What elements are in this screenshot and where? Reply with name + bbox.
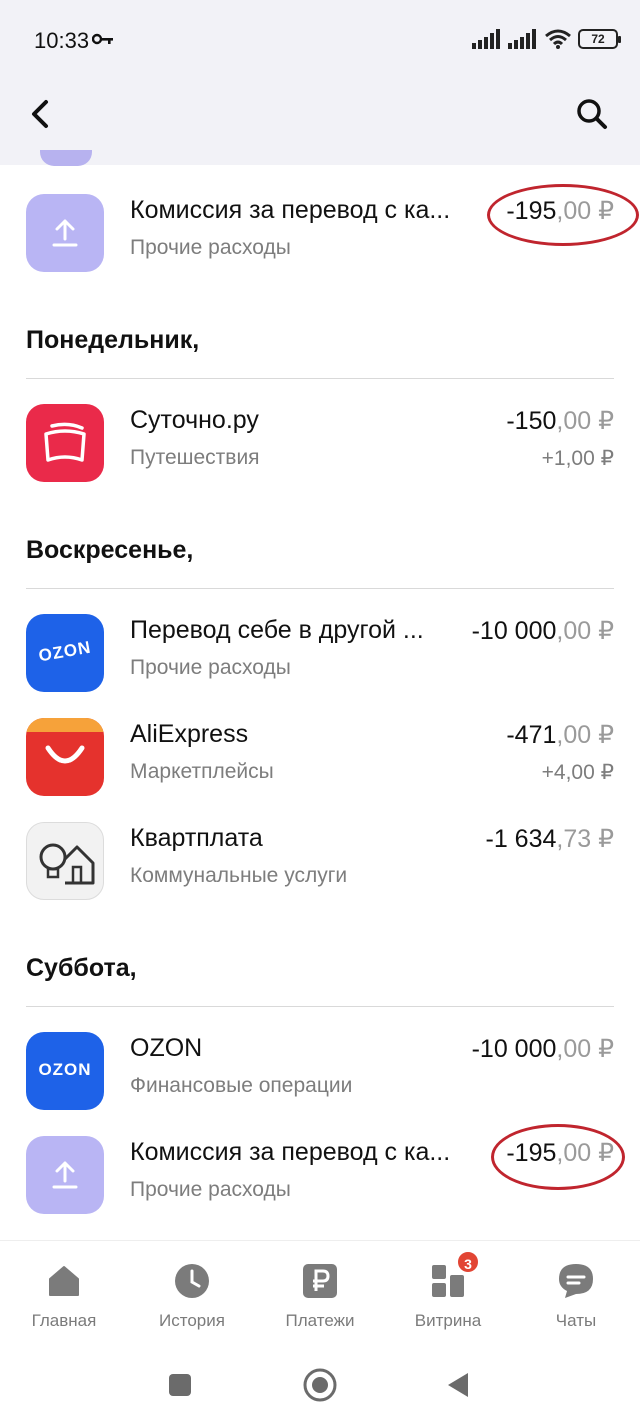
amount-decimal: ,00 ₽: [556, 617, 614, 645]
amount-integer: -150: [506, 407, 557, 435]
wifi-icon: [545, 29, 571, 49]
pillow-icon: [26, 404, 104, 482]
tab-chats[interactable]: Чаты: [512, 1241, 640, 1346]
app-bar: [0, 82, 640, 165]
amount-integer: -471: [506, 721, 557, 749]
status-time: 10:33: [34, 28, 90, 53]
amount-integer: -1 634: [485, 825, 557, 853]
transaction-amount: -471,00 ₽: [506, 720, 614, 750]
chat-icon: [559, 1264, 593, 1298]
battery-icon: 72: [578, 29, 621, 49]
tab-label: Чаты: [555, 1311, 597, 1330]
back-arrow-icon[interactable]: [20, 94, 60, 134]
transaction-title: Комиссия за перевод с ка...: [130, 1138, 451, 1166]
amount-integer: -195: [506, 1139, 557, 1167]
back-nav-icon[interactable]: [440, 1367, 476, 1403]
search-icon[interactable]: [572, 94, 612, 134]
transaction-title: Квартплата: [130, 824, 263, 852]
amount-decimal: ,73 ₽: [556, 825, 614, 853]
amount-decimal: ,00 ₽: [556, 1035, 614, 1063]
day-header: Суббота,: [26, 954, 137, 982]
partial-transaction-icon: [40, 150, 92, 166]
tab-label: Главная: [31, 1311, 97, 1330]
home-nav-icon[interactable]: [302, 1367, 338, 1403]
ruble-icon: [303, 1264, 337, 1298]
transaction-title: Перевод себе в другой ...: [130, 616, 424, 644]
amount-integer: -10 000: [471, 617, 557, 645]
transaction-title: Суточно.ру: [130, 406, 259, 434]
divider: [26, 588, 614, 589]
tab-history[interactable]: История: [128, 1241, 256, 1346]
transaction-category: Прочие расходы: [130, 656, 291, 679]
tab-label: Витрина: [414, 1311, 482, 1330]
transaction-category: Путешествия: [130, 446, 260, 469]
house-bulb-icon: [26, 822, 104, 900]
status-bar: 10:33 72: [0, 0, 640, 82]
transaction-amount: -1 634,73 ₽: [486, 824, 615, 854]
cashback-amount: +1,00 ₽: [541, 447, 614, 470]
notification-badge: 3: [456, 1250, 480, 1274]
ozon-logo-text: OZON: [38, 1060, 92, 1079]
divider: [26, 1006, 614, 1007]
aliexpress-icon: [26, 718, 104, 796]
signal-icon: [472, 29, 500, 49]
recent-apps-icon[interactable]: [162, 1367, 198, 1403]
amount-decimal: ,00 ₽: [556, 1139, 614, 1167]
transaction-title: AliExpress: [130, 720, 249, 748]
amount-integer: -10 000: [471, 1035, 557, 1063]
signal-icon-2: [508, 29, 536, 49]
home-icon: [49, 1266, 79, 1296]
transaction-category: Прочие расходы: [130, 236, 291, 259]
transaction-amount: -195,00 ₽: [506, 196, 614, 226]
upload-icon: [26, 1136, 104, 1214]
key-icon: [92, 33, 113, 45]
amount-decimal: ,00 ₽: [556, 197, 614, 225]
day-header: Воскресенье,: [26, 536, 194, 564]
tab-label: История: [159, 1311, 225, 1330]
ozon-logo-icon: OZON: [26, 614, 104, 692]
transaction-row[interactable]: OZON OZON Финансовые операции -10 000,00…: [0, 1026, 640, 1116]
transaction-amount: -150,00 ₽: [506, 406, 614, 436]
transaction-amount: -195,00 ₽: [506, 1138, 614, 1168]
transaction-category: Маркетплейсы: [130, 760, 274, 783]
tab-payments[interactable]: Платежи: [256, 1241, 384, 1346]
transaction-category: Коммунальные услуги: [130, 864, 348, 887]
transaction-amount: -10 000,00 ₽: [472, 1034, 614, 1064]
cashback-amount: +4,00 ₽: [541, 761, 614, 784]
tab-showcase[interactable]: 3 Витрина: [384, 1241, 512, 1346]
transaction-category: Финансовые операции: [130, 1074, 353, 1097]
tab-label: Платежи: [285, 1311, 355, 1330]
ozon-logo-text: OZON: [37, 637, 93, 666]
day-header: Понедельник,: [26, 326, 200, 354]
transaction-row[interactable]: Комиссия за перевод с ка... Прочие расхо…: [0, 1130, 640, 1220]
transaction-row[interactable]: Суточно.ру Путешествия -150,00 ₽ +1,00 ₽: [0, 398, 640, 488]
amount-decimal: ,00 ₽: [556, 721, 614, 749]
bottom-tab-bar: Главная История Платежи 3 Витрина Чаты: [0, 1240, 640, 1345]
system-nav-bar: [0, 1345, 640, 1423]
amount-integer: -195: [506, 197, 557, 225]
divider: [26, 378, 614, 379]
transaction-category: Прочие расходы: [130, 1178, 291, 1201]
upload-icon: [26, 194, 104, 272]
status-indicators: 72: [472, 26, 621, 52]
transaction-title: OZON: [130, 1034, 203, 1062]
transaction-row[interactable]: AliExpress Маркетплейсы -471,00 ₽ +4,00 …: [0, 712, 640, 802]
transaction-title: Комиссия за перевод с ка...: [130, 196, 451, 224]
clock-icon: [175, 1264, 209, 1298]
tab-home[interactable]: Главная: [0, 1241, 128, 1346]
transaction-row[interactable]: Комиссия за перевод с ка... Прочие расхо…: [0, 188, 640, 278]
amount-decimal: ,00 ₽: [556, 407, 614, 435]
transaction-amount: -10 000,00 ₽: [472, 616, 614, 646]
transaction-row[interactable]: Квартплата Коммунальные услуги -1 634,73…: [0, 816, 640, 906]
ozon-logo-icon: OZON: [26, 1032, 104, 1110]
transaction-row[interactable]: OZON Перевод себе в другой ... Прочие ра…: [0, 608, 640, 698]
